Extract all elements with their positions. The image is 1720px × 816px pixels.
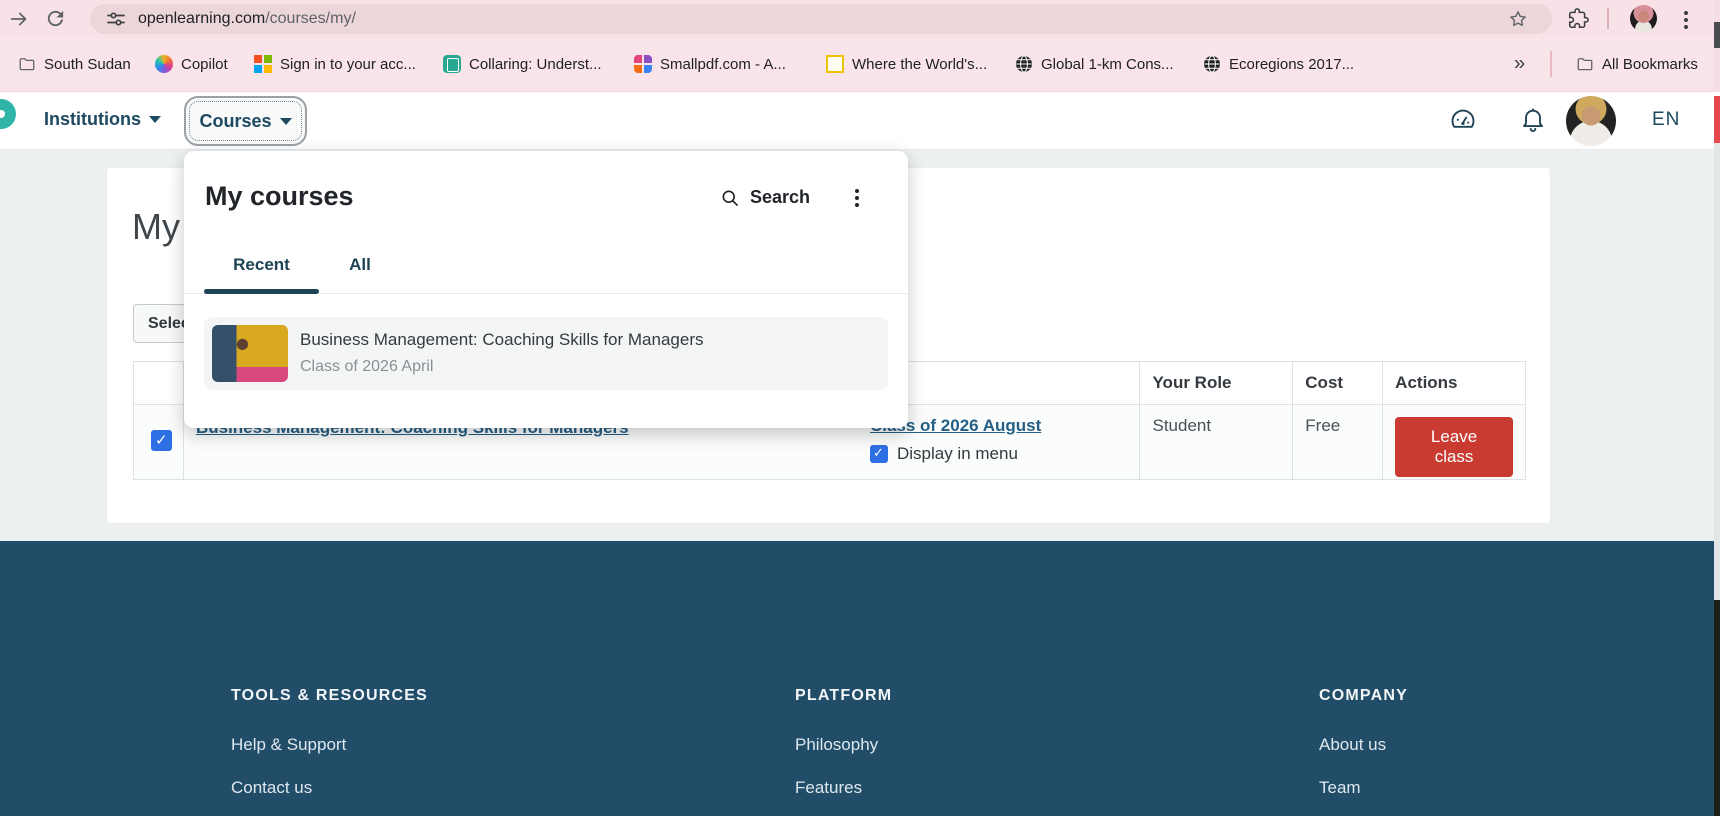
footer-heading: TOOLS & RESOURCES [231, 687, 429, 704]
bookmarks-bar: South Sudan Copilot Sign in to your acc.… [0, 37, 1720, 92]
dashboard-icon[interactable] [1449, 107, 1477, 135]
bookmark-label: Ecoregions 2017... [1229, 55, 1355, 73]
header-your-role: Your Role [1139, 362, 1292, 404]
row-actions-cell: Leave class [1382, 405, 1525, 479]
header-checkbox-cell [134, 362, 183, 404]
user-avatar[interactable] [1566, 96, 1616, 146]
browser-profile-avatar[interactable] [1630, 5, 1657, 32]
footer-link-features[interactable]: Features [795, 778, 892, 798]
all-bookmarks-button[interactable]: All Bookmarks [1576, 55, 1698, 73]
browser-toolbar: openlearning.com/courses/my/ [0, 0, 1720, 37]
extensions-icon[interactable] [1568, 8, 1589, 29]
microsoft-icon [254, 55, 272, 73]
bookmark-copilot[interactable]: Copilot [155, 55, 228, 73]
footer-link-contact-us[interactable]: Contact us [231, 778, 428, 798]
reload-icon[interactable] [44, 7, 67, 30]
all-bookmarks-label: All Bookmarks [1602, 55, 1698, 73]
footer-heading: COMPANY [1319, 687, 1408, 704]
bookmark-star-icon[interactable] [1508, 9, 1528, 29]
search-button[interactable]: Search [720, 187, 810, 208]
footer-col-platform: PLATFORM Philosophy Features [795, 687, 892, 816]
bookmark-global-1km[interactable]: Global 1-km Cons... [1015, 55, 1174, 73]
url-path: /courses/my/ [265, 10, 356, 27]
footer-col-tools: TOOLS & RESOURCES Help & Support Contact… [231, 687, 428, 816]
globe-icon [1203, 55, 1221, 73]
notifications-bell-icon[interactable] [1519, 106, 1547, 134]
row-checkbox-cell [134, 405, 183, 479]
active-tab-underline [204, 289, 319, 294]
folder-icon [1576, 55, 1594, 73]
chevron-glyph: » [1514, 52, 1526, 75]
course-item-subtitle: Class of 2026 April [300, 358, 434, 375]
smallpdf-icon [634, 55, 652, 73]
scrollbar-track[interactable] [1714, 143, 1720, 600]
language-label: EN [1652, 109, 1681, 130]
leave-class-button[interactable]: Leave class [1395, 417, 1513, 477]
yellow-doc-icon [826, 55, 844, 73]
header-actions: Actions [1382, 362, 1525, 404]
footer-link-team[interactable]: Team [1319, 778, 1408, 798]
footer-col-company: COMPANY About us Team [1319, 687, 1408, 816]
bookmark-ecoregions[interactable]: Ecoregions 2017... [1203, 55, 1354, 73]
edge-strip-dark-block [1714, 22, 1720, 48]
browser-menu-icon[interactable] [1684, 11, 1688, 29]
bookmark-smallpdf[interactable]: Smallpdf.com - A... [634, 55, 786, 73]
scrollbar-thumb[interactable] [1714, 96, 1720, 143]
bookmark-label: Where the World's... [852, 55, 988, 73]
bookmark-label: Copilot [181, 55, 228, 73]
dropdown-title: My courses [205, 181, 354, 211]
nav-institutions-label: Institutions [44, 109, 141, 129]
bookmark-south-sudan[interactable]: South Sudan [18, 55, 131, 73]
url-text[interactable]: openlearning.com/courses/my/ [138, 10, 356, 28]
collaring-icon [443, 55, 461, 73]
header-cost: Cost [1292, 362, 1382, 404]
bookmark-label: Collaring: Underst... [469, 55, 602, 73]
bookmark-sign-in[interactable]: Sign in to your acc... [254, 55, 416, 73]
chevron-down-icon [149, 116, 161, 123]
display-in-menu-label: Display in menu [896, 444, 1018, 463]
tab-all[interactable]: All [336, 255, 384, 275]
folder-icon [18, 55, 36, 73]
bookmark-label: Global 1-km Cons... [1041, 55, 1174, 73]
dropdown-menu-icon[interactable] [855, 189, 859, 207]
language-selector[interactable]: EN [1652, 109, 1680, 131]
url-domain: openlearning.com [138, 10, 266, 27]
site-settings-icon[interactable] [106, 9, 126, 29]
course-thumbnail [212, 325, 288, 382]
my-courses-dropdown: My courses Search Recent All Business Ma… [184, 151, 908, 428]
nav-courses-label: Courses [199, 110, 272, 131]
display-in-menu-checkbox[interactable] [869, 445, 888, 463]
footer-link-about-us[interactable]: About us [1319, 735, 1408, 755]
forward-icon[interactable] [8, 8, 30, 30]
bookmarks-divider [1550, 51, 1552, 77]
row-role: Student [1139, 405, 1292, 479]
edge-strip-bottom [1714, 600, 1720, 816]
search-icon [720, 188, 740, 208]
bookmark-collaring[interactable]: Collaring: Underst... [443, 55, 602, 73]
globe-icon [1015, 55, 1033, 73]
copilot-icon [155, 55, 173, 73]
course-list-item[interactable]: Business Management: Coaching Skills for… [204, 317, 888, 390]
toolbar-divider [1607, 8, 1609, 29]
footer: TOOLS & RESOURCES Help & Support Contact… [0, 541, 1720, 816]
course-item-title: Business Management: Coaching Skills for… [300, 330, 704, 349]
bookmarks-overflow-chevron[interactable]: » [1514, 53, 1525, 76]
nav-institutions[interactable]: Institutions [44, 109, 161, 130]
tab-recent[interactable]: Recent [204, 255, 319, 275]
bookmark-label: South Sudan [44, 55, 131, 73]
footer-link-help-support[interactable]: Help & Support [231, 735, 428, 755]
footer-link-philosophy[interactable]: Philosophy [795, 735, 892, 755]
row-cost: Free [1292, 405, 1382, 479]
row-checkbox[interactable] [151, 430, 172, 451]
bookmark-label: Sign in to your acc... [280, 55, 416, 73]
page-title: My [132, 206, 180, 247]
search-label: Search [750, 187, 811, 207]
nav-courses[interactable]: Courses [184, 96, 307, 146]
address-bar[interactable]: openlearning.com/courses/my/ [90, 4, 1552, 34]
bookmark-where-worlds[interactable]: Where the World's... [826, 55, 987, 73]
chevron-down-icon [279, 117, 292, 125]
bookmark-label: Smallpdf.com - A... [660, 55, 786, 73]
footer-heading: PLATFORM [795, 687, 893, 704]
